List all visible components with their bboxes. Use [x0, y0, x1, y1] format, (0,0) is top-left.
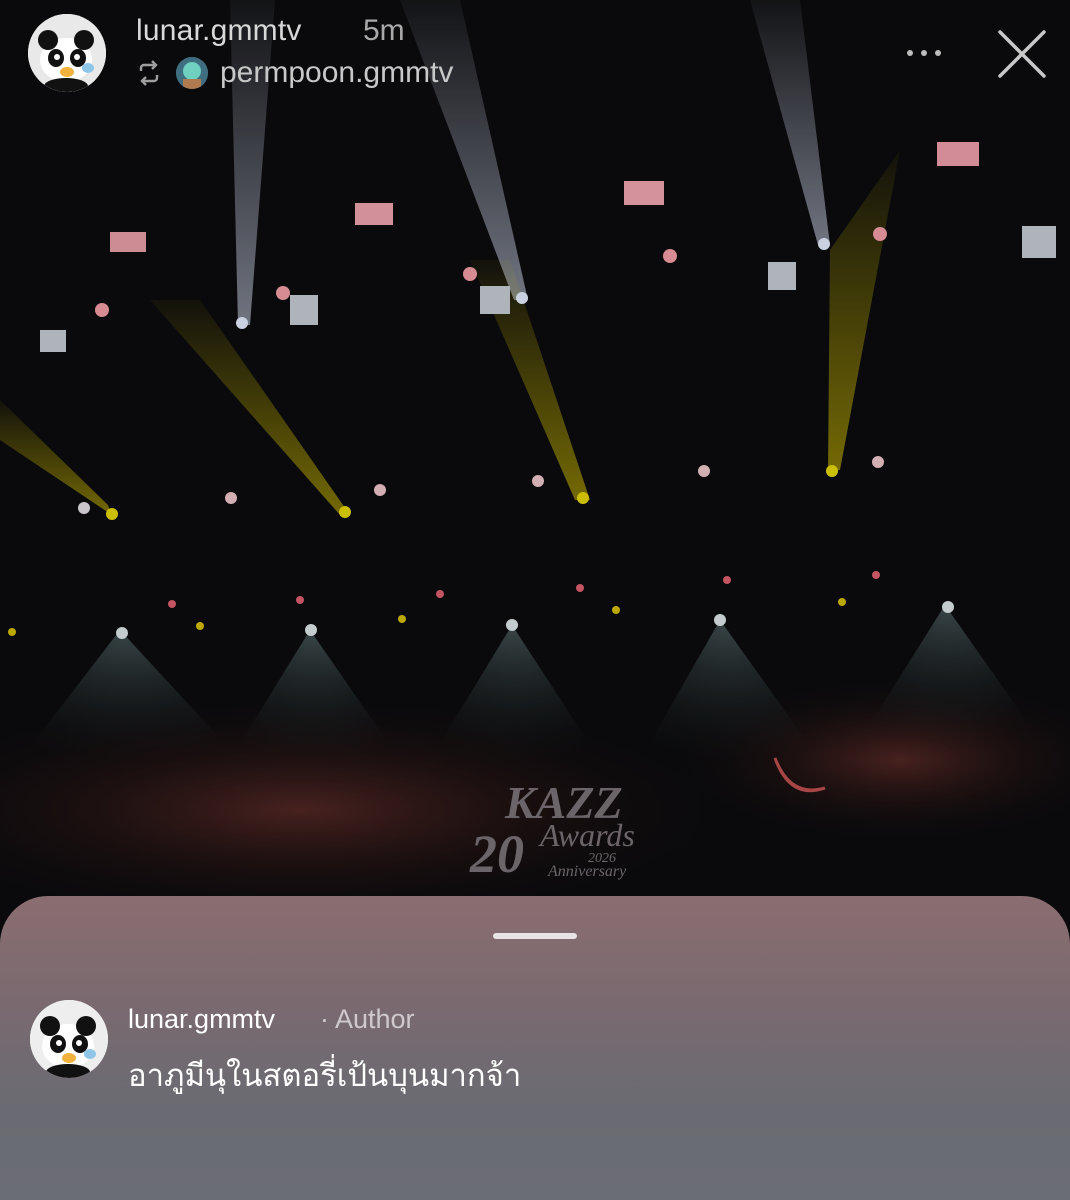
- comment-username[interactable]: lunar.gmmtv: [128, 1004, 275, 1035]
- repost-attribution[interactable]: permpoon.gmmtv: [136, 55, 453, 91]
- comment-sheet: lunar.gmmtv · Author อาภูมีนุในสตอรี่เป้…: [0, 896, 1070, 1200]
- story-username[interactable]: lunar.gmmtv: [136, 14, 302, 48]
- repost-username: permpoon.gmmtv: [220, 56, 454, 89]
- comment-avatar[interactable]: [30, 1000, 108, 1078]
- story-avatar[interactable]: [28, 14, 106, 92]
- story-time: 5m: [363, 14, 405, 47]
- repost-icon: [139, 60, 159, 86]
- more-options-icon[interactable]: [902, 38, 946, 68]
- comment-text: อาภูมีนุในสตอรี่เป้นบุนมากจ้า: [128, 1058, 522, 1093]
- sheet-grabber[interactable]: [493, 933, 577, 939]
- story-header: lunar.gmmtv 5m permpoon.gmmtv: [0, 0, 1070, 110]
- close-icon[interactable]: [994, 26, 1050, 82]
- author-badge: · Author: [320, 1004, 415, 1034]
- repost-avatar: [176, 57, 208, 89]
